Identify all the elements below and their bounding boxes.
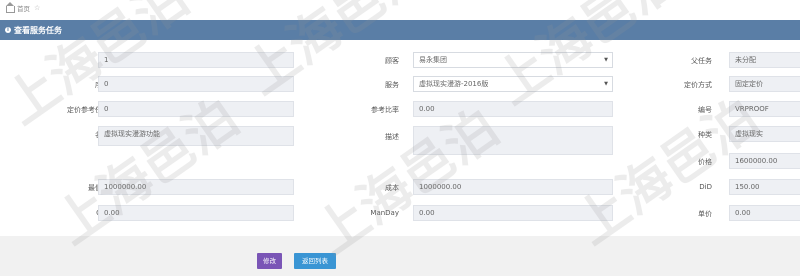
client-select[interactable]: 易永集团 ▼ <box>413 52 613 68</box>
seq-field[interactable]: 0 <box>98 76 294 92</box>
unit-price-field[interactable]: 0.00 <box>729 205 800 221</box>
name-field[interactable]: 虚拟现实漫游功能 <box>98 126 294 146</box>
label-price: 价格 <box>698 158 712 166</box>
did-field[interactable]: 150.00 <box>729 179 800 195</box>
cost-field[interactable]: 1000000.00 <box>413 179 613 195</box>
label-parent-task: 父任务 <box>691 57 712 65</box>
label-unit-price: 单价 <box>698 210 712 218</box>
chevron-down-icon: ▼ <box>604 81 608 87</box>
parent-task-field[interactable]: 未分配 <box>729 52 800 68</box>
label-did: DiD <box>699 183 712 191</box>
label-ref-ratio: 参考比率 <box>371 106 399 114</box>
star-icon[interactable]: ☆ <box>34 4 40 12</box>
description-textarea[interactable] <box>413 126 613 155</box>
service-select[interactable]: 虚拟现实漫游-2016版 ▼ <box>413 76 613 92</box>
label-id: ID <box>29 56 109 64</box>
pricing-method-field[interactable]: 固定定价 <box>729 76 800 92</box>
id-field[interactable]: 1 <box>98 52 294 68</box>
chevron-down-icon: ▼ <box>604 57 608 63</box>
label-code: 编号 <box>698 106 712 114</box>
min-price-field[interactable]: 1000000.00 <box>98 179 294 195</box>
ojh-field[interactable]: 0.00 <box>98 205 294 221</box>
manday-field[interactable]: 0.00 <box>413 205 613 221</box>
label-service: 服务 <box>385 81 399 89</box>
price-field[interactable]: 1600000.00 <box>729 153 800 169</box>
service-value: 虚拟现实漫游-2016版 <box>419 80 489 88</box>
label-manday: ManDay <box>370 209 399 217</box>
label-seq: 序号 <box>29 80 109 90</box>
ref-ratio-field[interactable]: 0.00 <box>413 101 613 117</box>
label-client: 顾客 <box>385 57 399 65</box>
breadcrumb-home[interactable]: 首页 <box>17 3 30 13</box>
form-footer <box>0 236 800 276</box>
label-pricing-method: 定价方式 <box>684 81 712 89</box>
label-ojh: OJH <box>29 209 109 217</box>
home-icon[interactable] <box>6 1 15 13</box>
code-field[interactable]: VRPROOF <box>729 101 800 117</box>
breadcrumb: 首页 ☆ <box>6 1 40 14</box>
label-pricing-ref-task: 定价参考任务 <box>67 106 109 114</box>
client-value: 易永集团 <box>419 56 447 64</box>
panel-title: 查看服务任务 <box>14 25 62 35</box>
category-field[interactable]: 虚拟现实 <box>729 126 800 142</box>
label-category: 种类 <box>698 131 712 139</box>
label-min-price: 最低价 <box>29 183 109 193</box>
label-name: 名称 <box>29 130 109 140</box>
pricing-ref-task-field[interactable]: 0 <box>98 101 294 117</box>
info-icon: i <box>5 27 11 33</box>
label-description: 描述 <box>385 133 399 141</box>
panel-header: i 查看服务任务 <box>0 20 800 40</box>
label-cost: 成本 <box>385 184 399 192</box>
edit-button[interactable]: 修改 <box>257 253 282 269</box>
back-to-list-button[interactable]: 返回列表 <box>294 253 336 269</box>
